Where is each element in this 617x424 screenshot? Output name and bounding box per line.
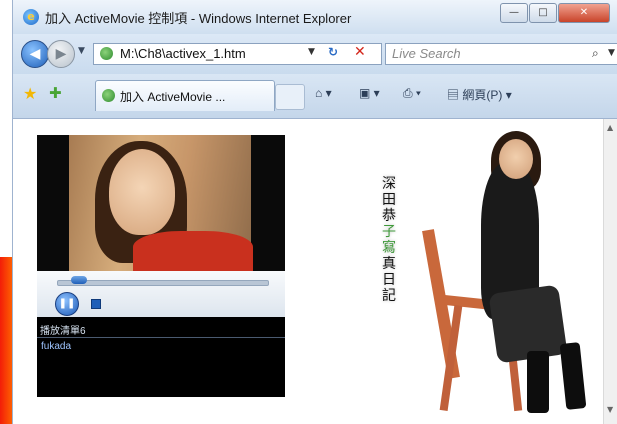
back-button[interactable]: ◀	[21, 40, 49, 68]
window-title: 加入 ActiveMovie 控制項 - Windows Internet Ex…	[45, 11, 352, 26]
search-box[interactable]: Live Search ⌕ ▼	[385, 43, 617, 65]
close-button[interactable]: ✕	[558, 3, 610, 23]
chevron-down-icon: ▾	[505, 88, 512, 102]
vertical-scrollbar[interactable]: ▲ ▼	[603, 119, 617, 424]
address-input[interactable]: M:\Ch8\activex_1.htm	[120, 46, 246, 61]
search-icon[interactable]: ⌕	[592, 46, 599, 61]
refresh-icon[interactable]: ↻	[328, 45, 338, 59]
person-boot-shape	[527, 351, 549, 413]
playlist-item[interactable]: fukada	[41, 341, 71, 352]
vertical-title: 深 田 恭 子 寫 真 日 記	[382, 176, 402, 304]
add-favorites-icon[interactable]: ✚	[49, 84, 62, 102]
page-menu-button[interactable]: ▤ 網頁(P) ▾	[447, 86, 512, 103]
play-pause-icon: ❚❚	[58, 298, 76, 309]
video-face-shape	[109, 149, 175, 235]
search-options-dropdown[interactable]: ▼	[608, 48, 615, 58]
feeds-icon[interactable]: ▣ ▾	[359, 86, 380, 100]
title-char: 真	[382, 256, 396, 272]
page-menu-label: 網頁(P)	[462, 88, 503, 102]
portrait-photo	[422, 129, 593, 417]
scroll-down-icon[interactable]: ▼	[607, 405, 613, 414]
title-char: 寫	[382, 240, 396, 256]
title-char: 恭	[382, 208, 396, 224]
video-display[interactable]	[37, 135, 285, 271]
home-icon[interactable]: ⌂ ▾	[315, 86, 332, 100]
title-char: 日	[382, 272, 396, 288]
back-icon: ◀	[29, 46, 41, 62]
page-content: ❚❚ 播放清單6 fukada 深 田 恭 子 寫 真 日 記	[13, 119, 603, 424]
forward-icon: ▶	[55, 46, 67, 62]
address-dropdown[interactable]: ▼	[308, 47, 315, 57]
ie-window: e 加入 ActiveMovie 控制項 - Windows Internet …	[12, 0, 617, 424]
title-char: 記	[382, 288, 396, 304]
scroll-up-icon[interactable]: ▲	[607, 123, 613, 132]
tab-label: 加入 ActiveMovie ...	[120, 90, 226, 104]
recent-pages-dropdown[interactable]: ▼	[78, 46, 85, 56]
play-pause-button[interactable]: ❚❚	[55, 292, 79, 316]
page-favicon-icon	[100, 47, 113, 60]
tab-row: ★ ✚ 加入 ActiveMovie ... ⌂ ▾ ▣ ▾ ⎙ ▾ ▤ 網頁(…	[13, 74, 617, 119]
favorites-star-icon[interactable]: ★	[23, 84, 37, 103]
player-controls: ❚❚	[37, 271, 285, 317]
person-boot-shape	[559, 342, 587, 410]
maximize-button[interactable]: □	[529, 3, 557, 23]
title-bar: e 加入 ActiveMovie 控制項 - Windows Internet …	[13, 0, 617, 34]
seek-bar[interactable]	[57, 280, 269, 286]
title-char: 子	[382, 224, 396, 240]
playlist-panel: 播放清單6 fukada	[37, 317, 285, 397]
tab-active[interactable]: 加入 ActiveMovie ...	[95, 80, 275, 111]
address-bar[interactable]: M:\Ch8\activex_1.htm ▼ ↻ ✕	[93, 43, 382, 65]
video-shirt-shape	[133, 231, 253, 271]
player-stop-button[interactable]	[91, 299, 101, 309]
playlist-divider	[37, 337, 285, 338]
playlist-title: 播放清單6	[40, 326, 86, 337]
video-frame-image	[69, 135, 253, 271]
forward-button[interactable]: ▶	[47, 40, 75, 68]
activemovie-player: ❚❚ 播放清單6 fukada	[37, 135, 285, 397]
print-icon[interactable]: ⎙ ▾	[403, 86, 421, 101]
page-icon: ▤	[447, 88, 460, 102]
tab-favicon-icon	[102, 89, 115, 102]
new-tab-button[interactable]	[275, 84, 305, 110]
minimize-button[interactable]: —	[500, 3, 528, 23]
address-row: ◀ ▶ ▼ M:\Ch8\activex_1.htm ▼ ↻ ✕ Live Se…	[13, 34, 617, 74]
search-input[interactable]: Live Search	[392, 46, 461, 61]
title-char: 深	[382, 176, 396, 192]
person-face-shape	[499, 139, 533, 179]
seek-thumb[interactable]	[71, 276, 87, 284]
stop-icon[interactable]: ✕	[354, 44, 366, 60]
title-char: 田	[382, 192, 396, 208]
ie-logo-icon: e	[23, 9, 39, 25]
